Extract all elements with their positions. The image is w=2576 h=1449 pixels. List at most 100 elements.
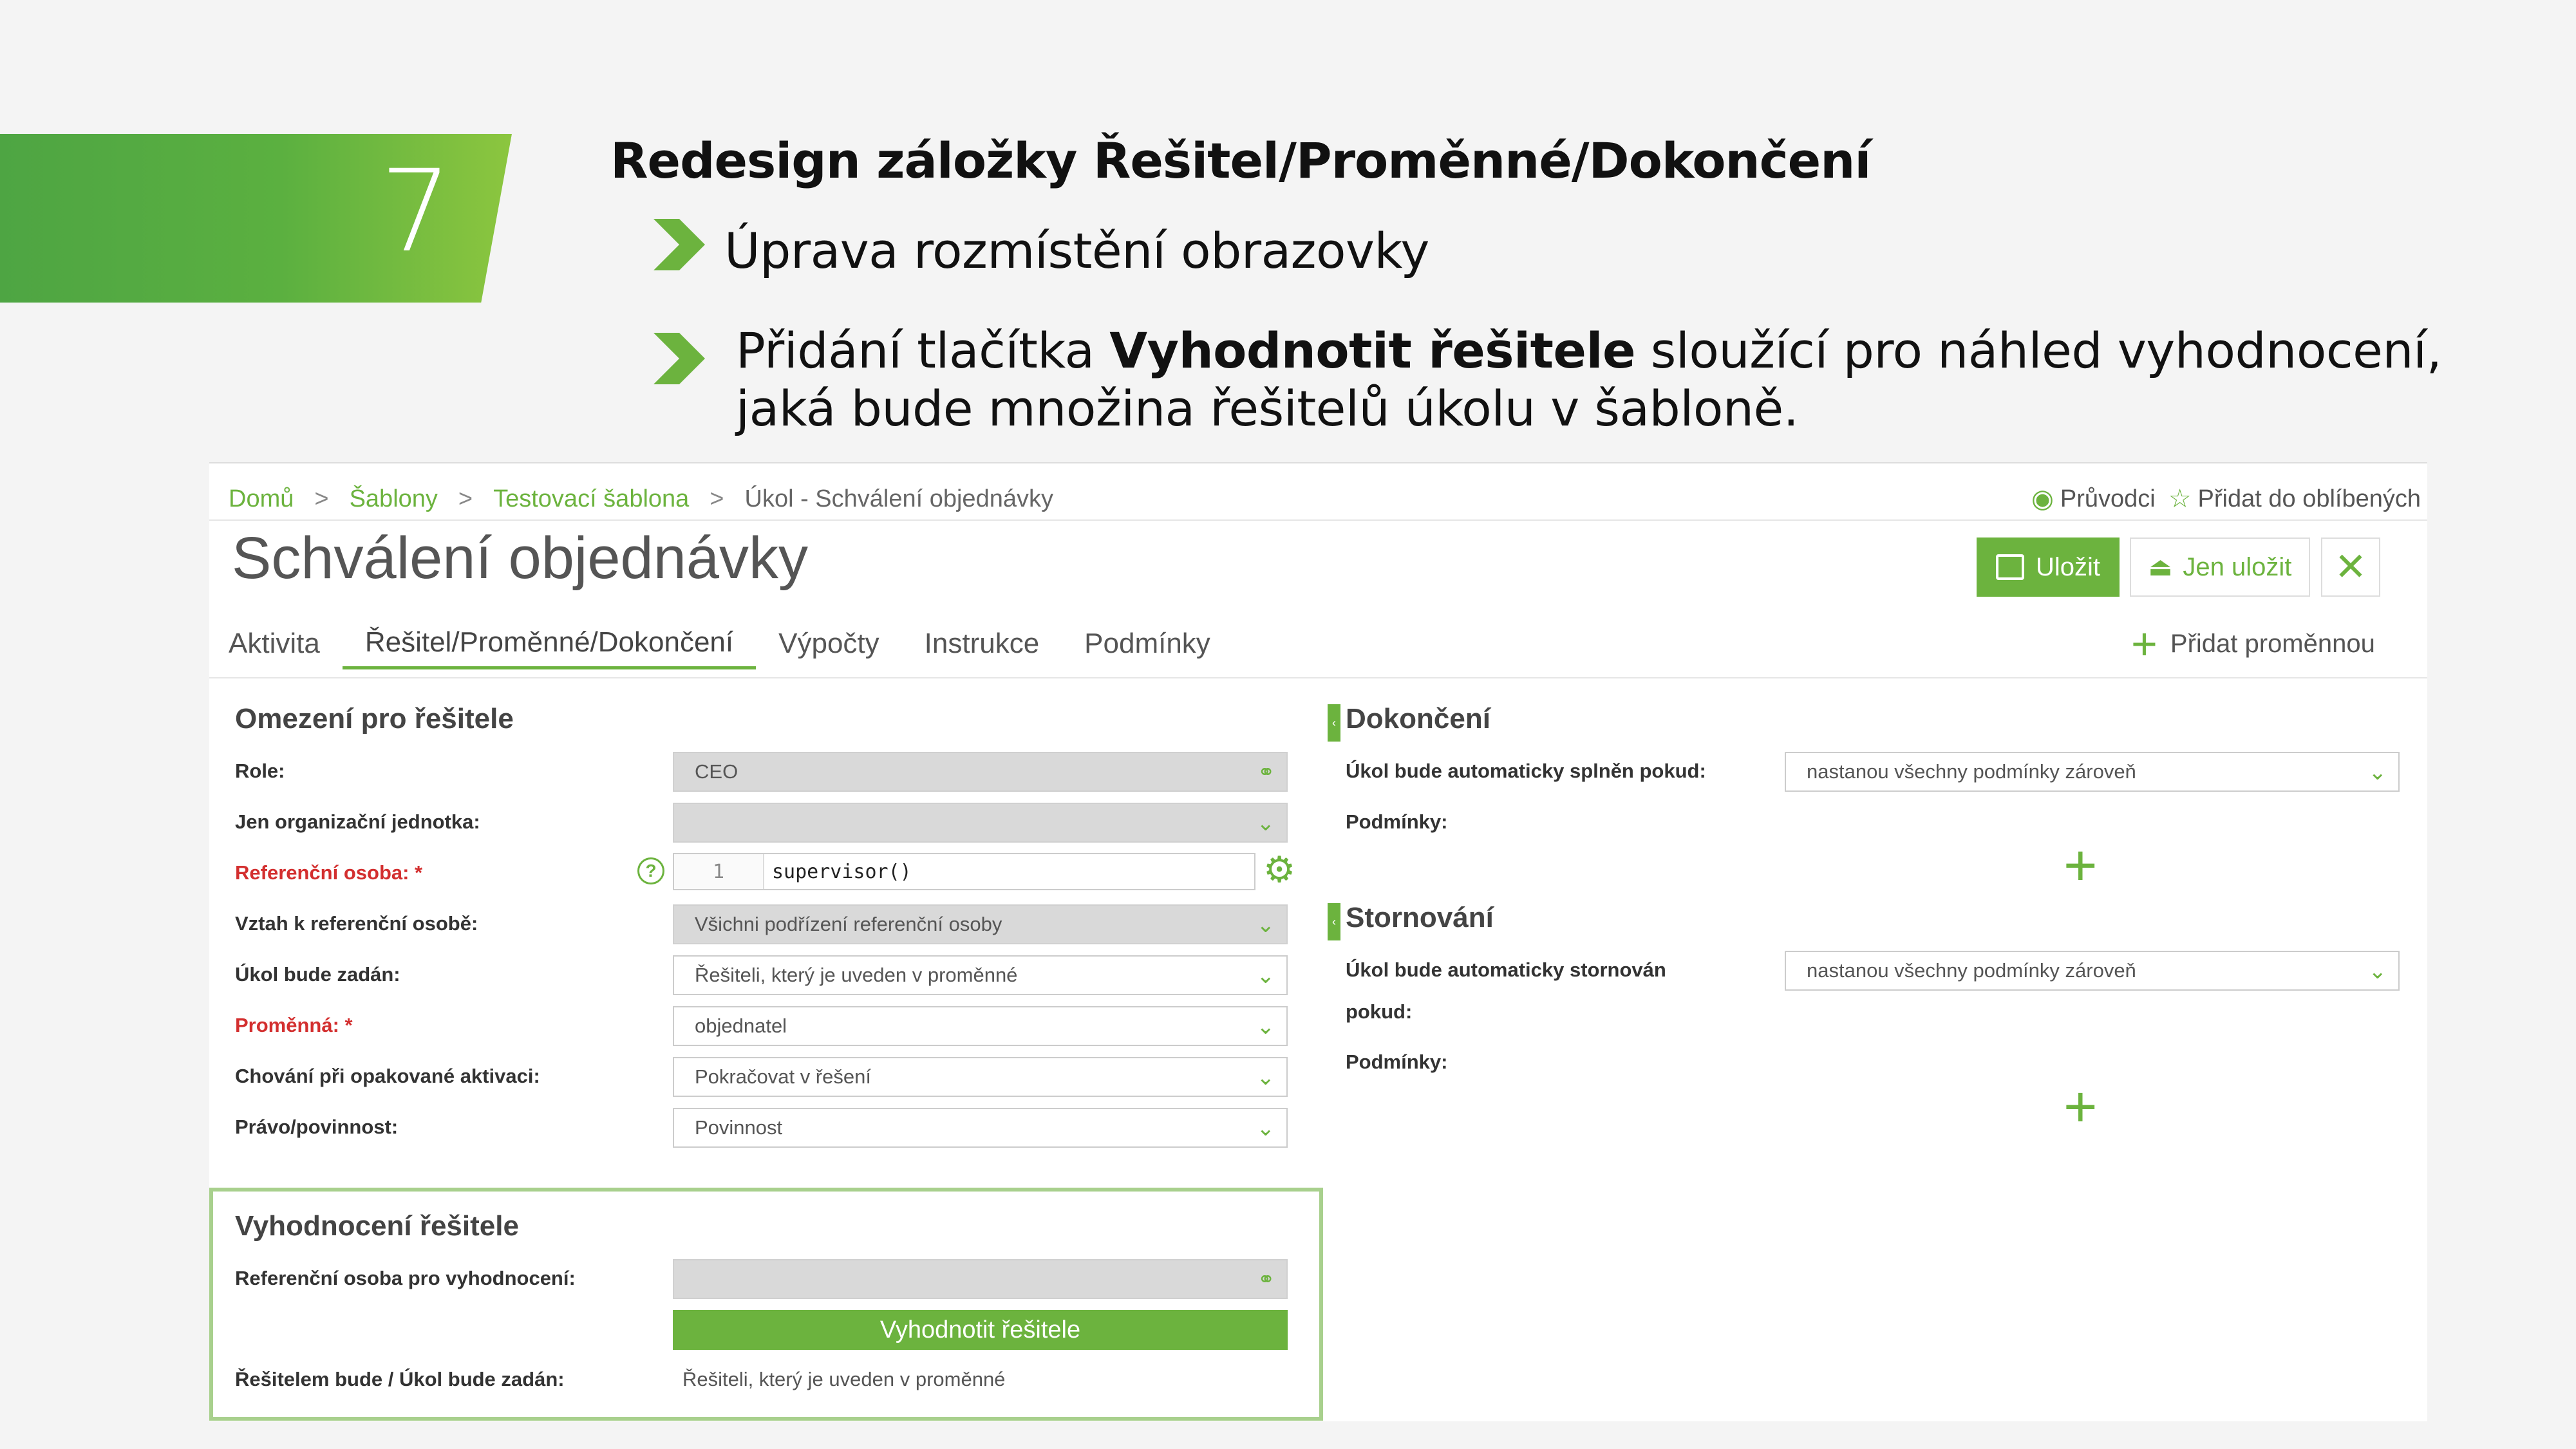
section-collapse-icon[interactable]: ‹ bbox=[1328, 704, 1340, 742]
eye-icon: ◉ bbox=[2031, 485, 2054, 513]
save-icon bbox=[1995, 554, 2024, 580]
save-only-label: Jen uložit bbox=[2183, 552, 2292, 581]
variable-label: Proměnná: * bbox=[235, 1014, 353, 1036]
add-completion-condition-icon[interactable]: + bbox=[2064, 837, 2098, 895]
cancel-conditions-label: Podmínky: bbox=[1346, 1051, 1448, 1073]
breadcrumb-separator: > bbox=[710, 485, 724, 512]
chevron-right-icon bbox=[653, 333, 705, 384]
chevron-down-icon: ⌄ bbox=[1256, 913, 1275, 937]
breadcrumb-test-template[interactable]: Testovací šablona bbox=[493, 485, 689, 513]
breadcrumb-separator: > bbox=[458, 485, 473, 512]
bullet-text-line2: jaká bude množina řešitelů úkolu v šablo… bbox=[736, 380, 1799, 437]
role-label: Role: bbox=[235, 760, 285, 782]
right-duty-select[interactable]: Povinnost ⌄ bbox=[673, 1108, 1288, 1148]
breadcrumb-templates[interactable]: Šablony bbox=[350, 485, 438, 513]
right-duty-value: Povinnost bbox=[695, 1116, 783, 1139]
app-screenshot: Domů > Šablony > Testovací šablona > Úko… bbox=[209, 462, 2427, 1421]
tab-solver-variables-completion[interactable]: Řešitel/Proměnné/Dokončení bbox=[342, 618, 757, 669]
variable-value: objednatel bbox=[695, 1014, 787, 1037]
completion-conditions-label: Podmínky: bbox=[1346, 810, 1448, 833]
close-icon: ✕ bbox=[2334, 545, 2367, 588]
relation-label: Vztah k referenční osobě: bbox=[235, 912, 478, 935]
gear-icon[interactable]: ⚙ bbox=[1263, 852, 1295, 888]
section-collapse-icon[interactable]: ‹ bbox=[1328, 903, 1340, 940]
cancel-auto-select[interactable]: nastanou všechny podmínky zároveň ⌄ bbox=[1785, 951, 2400, 991]
cancel-auto-value: nastanou všechny podmínky zároveň bbox=[1807, 959, 2136, 982]
bullet-evaluate-button: Přidání tlačítka Vyhodnotit řešitele slo… bbox=[736, 322, 2442, 438]
tab-bar: Aktivita Řešitel/Proměnné/Dokončení Výpo… bbox=[229, 618, 1233, 669]
cancel-auto-label: Úkol bude automaticky stornován bbox=[1346, 958, 1666, 981]
org-unit-select[interactable]: ⌄ bbox=[673, 803, 1288, 843]
evaluation-reference-label: Referenční osoba pro vyhodnocení: bbox=[235, 1267, 576, 1289]
breadcrumb-current: Úkol - Schválení objednávky bbox=[744, 485, 1053, 512]
completion-title: Dokončení bbox=[1346, 703, 1490, 734]
add-variable-button[interactable]: + Přidat proměnnou bbox=[2131, 618, 2375, 669]
reference-person-code-editor[interactable]: 1 supervisor() bbox=[673, 853, 1255, 890]
evaluation-result-value: Řešiteli, který je uveden v proměnné bbox=[682, 1368, 1006, 1390]
chevron-down-icon: ⌄ bbox=[2368, 959, 2387, 984]
save-only-icon: ⏏ bbox=[2148, 553, 2173, 581]
save-button-label: Uložit bbox=[2035, 552, 2101, 581]
completion-auto-label: Úkol bude automaticky splněn pokud: bbox=[1346, 760, 1706, 782]
role-field[interactable]: CEO ⚭ bbox=[673, 752, 1288, 792]
relation-value: Všichni podřízení referenční osoby bbox=[695, 913, 1002, 935]
tab-activity[interactable]: Aktivita bbox=[229, 618, 343, 669]
evaluation-title: Vyhodnocení řešitele bbox=[235, 1210, 519, 1242]
cancel-title: Stornování bbox=[1346, 902, 1494, 933]
restrictions-title: Omezení pro řešitele bbox=[235, 703, 514, 734]
tab-calculations[interactable]: Výpočty bbox=[756, 618, 902, 669]
breadcrumb-separator: > bbox=[314, 485, 329, 512]
bullet-bold-text: Vyhodnotit řešitele bbox=[1109, 322, 1636, 379]
repeat-behavior-label: Chování při opakované aktivaci: bbox=[235, 1065, 540, 1087]
star-icon: ☆ bbox=[2168, 485, 2192, 513]
chevron-down-icon: ⌄ bbox=[1256, 1116, 1275, 1141]
top-right-actions: ◉ Průvodci ☆ Přidat do oblíbených bbox=[2031, 476, 2421, 521]
cancel-auto-label-2: pokud: bbox=[1346, 1000, 1413, 1023]
binoculars-icon[interactable]: ⚭ bbox=[1257, 760, 1275, 784]
evaluation-reference-field[interactable]: ⚭ bbox=[673, 1259, 1288, 1299]
org-unit-label: Jen organizační jednotka: bbox=[235, 810, 480, 833]
evaluation-result-label: Řešitelem bude / Úkol bude zadán: bbox=[235, 1368, 565, 1390]
repeat-behavior-value: Pokračovat v řešení bbox=[695, 1065, 871, 1088]
close-button[interactable]: ✕ bbox=[2321, 538, 2380, 597]
chevron-right-icon bbox=[653, 219, 705, 270]
completion-auto-select[interactable]: nastanou všechny podmínky zároveň ⌄ bbox=[1785, 752, 2400, 792]
slide-number: 7 bbox=[380, 145, 452, 277]
binoculars-icon[interactable]: ⚭ bbox=[1257, 1267, 1275, 1291]
chevron-down-icon: ⌄ bbox=[1256, 1065, 1275, 1090]
plus-icon: + bbox=[2131, 619, 2158, 669]
relation-select[interactable]: Všichni podřízení referenční osoby ⌄ bbox=[673, 904, 1288, 944]
reference-person-label: Referenční osoba: * bbox=[235, 861, 423, 884]
slide-number-band: 7 bbox=[0, 134, 512, 303]
breadcrumb: Domů > Šablony > Testovací šablona > Úko… bbox=[229, 476, 1053, 521]
bullet-text: Přidání tlačítka bbox=[736, 322, 1110, 379]
chevron-down-icon: ⌄ bbox=[1256, 811, 1275, 836]
add-favorite-link[interactable]: Přidat do oblíbených bbox=[2198, 485, 2421, 513]
reference-person-code: supervisor() bbox=[772, 860, 912, 883]
role-value: CEO bbox=[695, 760, 738, 783]
assignment-value: Řešiteli, který je uveden v proměnné bbox=[695, 964, 1018, 986]
chevron-down-icon: ⌄ bbox=[1256, 1014, 1275, 1039]
evaluate-solver-button[interactable]: Vyhodnotit řešitele bbox=[673, 1310, 1288, 1350]
variable-select[interactable]: objednatel ⌄ bbox=[673, 1006, 1288, 1046]
guides-link[interactable]: Průvodci bbox=[2060, 485, 2156, 513]
right-duty-label: Právo/povinnost: bbox=[235, 1116, 399, 1138]
completion-auto-value: nastanou všechny podmínky zároveň bbox=[1807, 760, 2136, 783]
tab-conditions[interactable]: Podmínky bbox=[1062, 618, 1233, 669]
add-cancel-condition-icon[interactable]: + bbox=[2064, 1078, 2098, 1136]
save-only-button[interactable]: ⏏ Jen uložit bbox=[2130, 538, 2310, 597]
add-variable-label: Přidat proměnnou bbox=[2170, 629, 2375, 658]
help-icon[interactable]: ? bbox=[637, 857, 664, 884]
tab-instructions[interactable]: Instrukce bbox=[902, 618, 1062, 669]
slide-title: Redesign záložky Řešitel/Proměnné/Dokonč… bbox=[610, 132, 1871, 189]
chevron-down-icon: ⌄ bbox=[1256, 964, 1275, 988]
bullet-text: sloužící pro náhled vyhodnocení, bbox=[1635, 322, 2442, 379]
bullet-layout: Úprava rozmístění obrazovky bbox=[724, 222, 1429, 279]
line-number: 1 bbox=[674, 854, 764, 889]
breadcrumb-home[interactable]: Domů bbox=[229, 485, 294, 513]
assignment-select[interactable]: Řešiteli, který je uveden v proměnné ⌄ bbox=[673, 955, 1288, 995]
page-title: Schválení objednávky bbox=[232, 525, 809, 591]
repeat-behavior-select[interactable]: Pokračovat v řešení ⌄ bbox=[673, 1057, 1288, 1097]
divider bbox=[209, 519, 2427, 521]
save-button[interactable]: Uložit bbox=[1977, 538, 2120, 597]
